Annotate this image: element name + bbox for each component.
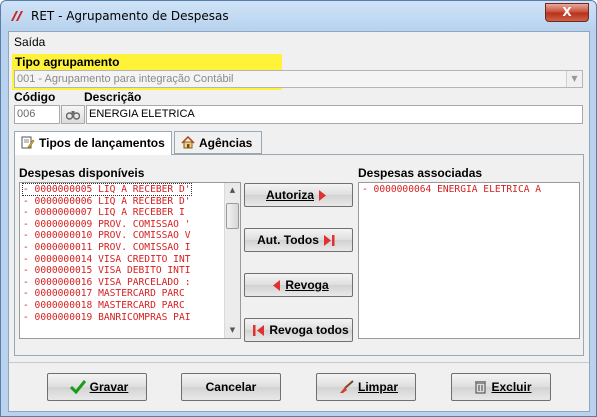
tipo-agrupamento-label: Tipo agrupamento — [15, 55, 120, 69]
list-item[interactable]: - 0000000017 MASTERCARD PARC — [20, 288, 240, 300]
aut-todos-label: Aut. Todos — [257, 233, 319, 247]
list-item[interactable]: - 0000000006 LIQ A RECEBER D' — [20, 196, 240, 208]
tab-tipos-lancamentos[interactable]: Tipos de lançamentos — [14, 131, 172, 155]
available-list[interactable]: - 0000000005 LIQ A RECEBER D' - 000000000… — [19, 182, 241, 339]
gravar-label: Gravar — [89, 380, 129, 394]
list-item-text: - 0000000010 PROV. COMISSAO V — [23, 230, 191, 242]
list-item-text: - 0000000005 LIQ A RECEBER D' — [22, 183, 192, 196]
binoculars-icon — [65, 111, 81, 120]
revoga-todos-button[interactable]: Revoga todos — [244, 318, 353, 342]
gravar-button[interactable]: Gravar — [47, 373, 147, 401]
client-area: Saída Tipo agrupamento 001 - Agrupamento… — [8, 31, 590, 412]
arrow-right-icon — [319, 189, 326, 201]
autoriza-button[interactable]: Autoriza — [244, 183, 353, 207]
arrow-right-end-icon — [323, 234, 335, 246]
list-item-text: - 0000000019 BANRICOMPRAS PAI — [23, 311, 191, 323]
list-item-text: - 0000000007 LIQ A RECEBER I — [23, 207, 185, 219]
list-item[interactable]: - 0000000064 ENERGIA ELETRICA A — [359, 184, 579, 196]
list-item-text: - 0000000018 MASTERCARD PARC — [23, 299, 185, 311]
list-item-text: - 0000000009 PROV. COMISSAO ' — [23, 218, 191, 230]
scroll-up-icon[interactable]: ▲ — [225, 183, 240, 198]
associated-label: Despesas associadas — [358, 166, 483, 180]
app-window: RET - Agrupamento de Despesas X Saída Ti… — [0, 0, 597, 417]
tab-panel: Despesas disponíveis Despesas associadas… — [14, 154, 584, 356]
tipo-agrupamento-select[interactable]: 001 - Agrupamento para integração Contáb… — [14, 70, 583, 88]
revoga-label: Revoga — [285, 278, 329, 292]
autoriza-label: Autoriza — [266, 188, 314, 202]
limpar-button[interactable]: Limpar — [316, 373, 416, 401]
tab-agencias[interactable]: Agências — [174, 131, 262, 154]
list-item[interactable]: - 0000000014 VISA CREDITO INT — [20, 254, 240, 266]
arrow-left-icon — [273, 279, 281, 291]
list-item[interactable]: - 0000000015 VISA DEBITO INTI — [20, 265, 240, 277]
list-item-text: - 0000000015 VISA DEBITO INTI — [23, 265, 191, 277]
available-label: Despesas disponíveis — [19, 166, 145, 180]
window-title: RET - Agrupamento de Despesas — [31, 9, 229, 23]
title-bar: RET - Agrupamento de Despesas X — [1, 1, 596, 31]
excluir-button[interactable]: Excluir — [451, 373, 551, 401]
descricao-field[interactable]: ENERGIA ELETRICA — [86, 105, 583, 124]
broom-icon — [339, 380, 354, 393]
associated-list[interactable]: - 0000000064 ENERGIA ELETRICA A — [358, 182, 580, 339]
trash-icon — [475, 381, 487, 394]
list-item-text: - 0000000016 VISA PARCELADO : — [23, 276, 191, 288]
cancelar-button[interactable]: Cancelar — [181, 373, 281, 401]
list-item[interactable]: - 0000000005 LIQ A RECEBER D' — [20, 183, 240, 196]
scroll-thumb[interactable] — [226, 203, 239, 229]
bottom-action-bar: Gravar Cancelar Limpar Excluir — [9, 362, 589, 411]
lookup-binoculars-button[interactable] — [61, 105, 85, 124]
revoga-button[interactable]: Revoga — [244, 273, 353, 297]
cancelar-label: Cancelar — [205, 380, 257, 394]
list-item-text: - 0000000011 PROV. COMISSAO I — [23, 241, 191, 253]
associated-rows: - 0000000064 ENERGIA ELETRICA A — [359, 183, 579, 196]
list-item-text: - 0000000017 MASTERCARD PARC — [23, 288, 185, 300]
tab-tipos-label: Tipos de lançamentos — [39, 136, 165, 150]
codigo-label: Código — [14, 90, 56, 104]
app-logo-icon — [11, 11, 23, 21]
list-item[interactable]: - 0000000007 LIQ A RECEBER I — [20, 207, 240, 219]
limpar-label: Limpar — [357, 380, 398, 394]
tipo-agrupamento-value: 001 - Agrupamento para integração Contáb… — [17, 73, 234, 85]
document-edit-icon — [21, 136, 35, 149]
menu-bar: Saída — [9, 32, 589, 51]
list-item[interactable]: - 0000000018 MASTERCARD PARC — [20, 300, 240, 312]
chevron-down-icon[interactable]: ▼ — [566, 71, 582, 87]
list-item[interactable]: - 0000000009 PROV. COMISSAO ' — [20, 219, 240, 231]
arrow-left-end-icon — [253, 324, 265, 336]
close-button[interactable]: X — [545, 3, 589, 22]
tab-agencias-label: Agências — [199, 136, 253, 150]
available-rows: - 0000000005 LIQ A RECEBER D' - 000000000… — [20, 183, 240, 323]
scroll-down-icon[interactable]: ▼ — [225, 323, 240, 338]
aut-todos-button[interactable]: Aut. Todos — [244, 228, 353, 252]
menu-item-saida[interactable]: Saída — [14, 35, 45, 49]
list-item-text: - 0000000014 VISA CREDITO INT — [23, 253, 191, 265]
codigo-field[interactable]: 006 — [14, 105, 60, 124]
list-item-text: - 0000000006 LIQ A RECEBER D' — [23, 195, 191, 207]
list-item[interactable]: - 0000000011 PROV. COMISSAO I — [20, 242, 240, 254]
list-item-text: - 0000000064 ENERGIA ELETRICA A — [362, 184, 542, 195]
list-item[interactable]: - 0000000010 PROV. COMISSAO V — [20, 230, 240, 242]
revoga-todos-label: Revoga todos — [269, 323, 349, 337]
house-icon — [181, 136, 195, 149]
list-item[interactable]: - 0000000019 BANRICOMPRAS PAI — [20, 312, 240, 324]
list-item[interactable]: - 0000000016 VISA PARCELADO : — [20, 277, 240, 289]
checkmark-icon — [69, 380, 86, 394]
excluir-label: Excluir — [491, 380, 532, 394]
descricao-label: Descrição — [84, 90, 142, 104]
available-scrollbar[interactable]: ▲ ▼ — [224, 183, 240, 338]
